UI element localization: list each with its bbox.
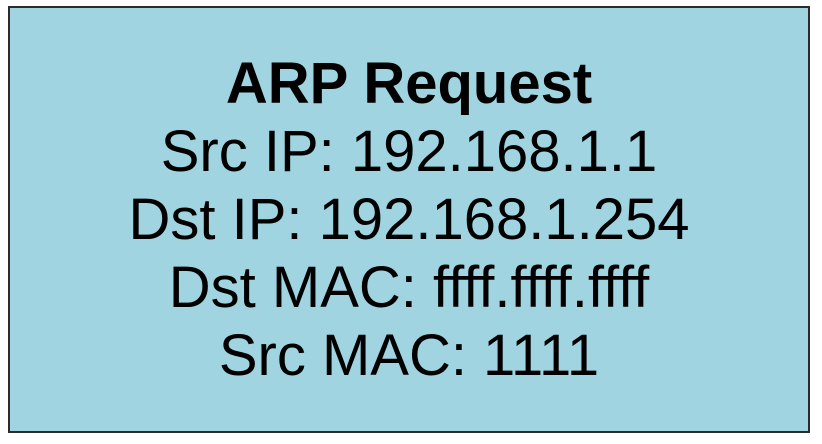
packet-title: ARP Request <box>225 50 593 116</box>
dst-mac-line: Dst MAC: ffff.ffff.ffff <box>168 254 650 320</box>
src-ip-line: Src IP: 192.168.1.1 <box>160 118 658 184</box>
src-mac-line: Src MAC: 1111 <box>218 322 600 388</box>
dst-ip-line: Dst IP: 192.168.1.254 <box>128 186 690 252</box>
arp-request-packet-box: ARP Request Src IP: 192.168.1.1 Dst IP: … <box>8 6 810 433</box>
diagram-canvas: ARP Request Src IP: 192.168.1.1 Dst IP: … <box>0 0 822 444</box>
